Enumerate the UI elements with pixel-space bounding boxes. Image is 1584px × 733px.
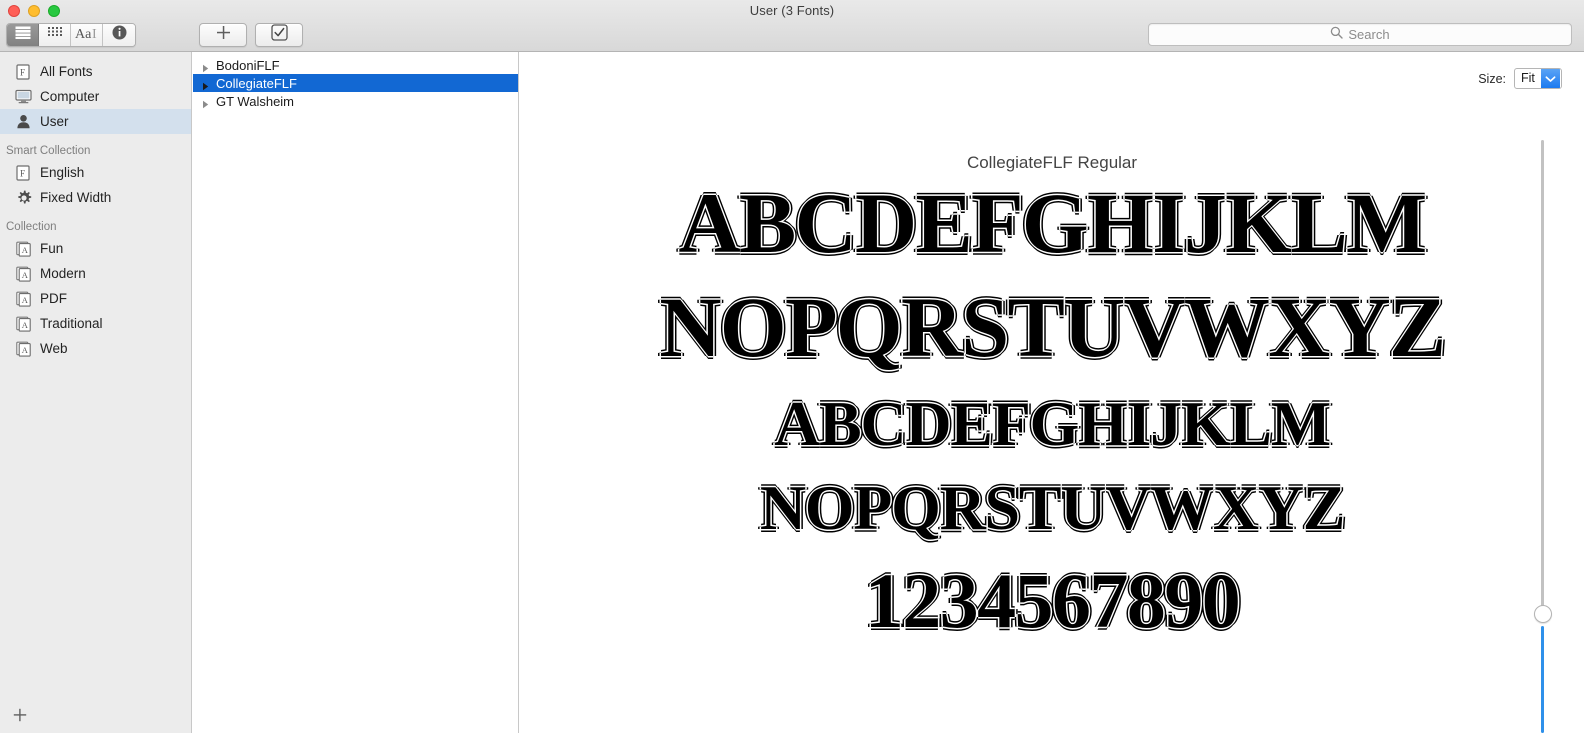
info-icon — [112, 25, 127, 45]
checkbox-icon — [270, 24, 288, 46]
font-list: BodoniFLF CollegiateFLF GT Walsheim — [193, 52, 519, 733]
sidebar-footer — [0, 697, 191, 733]
slider-track-unfilled — [1541, 140, 1544, 612]
font-info-button[interactable] — [103, 24, 135, 46]
add-collection-button[interactable] — [11, 706, 29, 724]
sidebar-section-smart-collection: Smart Collection — [6, 145, 91, 157]
slider-knob[interactable] — [1534, 605, 1552, 623]
sidebar-item-computer[interactable]: Computer — [0, 84, 191, 109]
font-file-icon: F — [15, 164, 32, 181]
validate-font-button[interactable] — [255, 23, 303, 47]
sidebar-item-label: English — [40, 165, 85, 180]
close-window-button[interactable] — [8, 5, 20, 17]
minimize-window-button[interactable] — [28, 5, 40, 17]
collection-icon: A — [15, 315, 32, 332]
size-slider[interactable] — [1534, 140, 1552, 733]
list-view-icon — [15, 26, 31, 44]
traffic-lights — [8, 5, 60, 17]
search-input[interactable]: Search — [1348, 27, 1389, 42]
svg-text:A: A — [21, 245, 28, 255]
font-family-name: BodoniFLF — [216, 57, 280, 73]
sample-text-icon: Aa I — [75, 26, 99, 45]
sidebar-item-modern[interactable]: A Modern — [0, 261, 191, 286]
search-icon — [1330, 26, 1344, 44]
search-field[interactable]: Search — [1148, 23, 1572, 46]
preview-font-title: CollegiateFLF Regular — [966, 153, 1138, 172]
collection-icon: A — [15, 240, 32, 257]
size-label: Size: — [1478, 71, 1506, 86]
sidebar-item-traditional[interactable]: A Traditional — [0, 311, 191, 336]
list-view-button[interactable] — [7, 24, 39, 46]
gear-icon — [15, 189, 32, 206]
font-book-window: User (3 Fonts) Aa I Search F All Fonts C… — [0, 0, 1584, 733]
sample-view-button[interactable]: Aa I — [71, 24, 103, 46]
sidebar-item-label: Modern — [40, 266, 86, 281]
view-mode-segmented-control[interactable]: Aa I — [6, 23, 136, 47]
user-icon — [15, 113, 32, 130]
specimen-line: NOPQRSTUVWXYZ — [759, 472, 1346, 543]
sidebar-item-fixed-width[interactable]: Fixed Width — [0, 185, 191, 210]
sidebar-item-pdf[interactable]: A PDF — [0, 286, 191, 311]
specimen-line: NOPQRSTUVWXYZ — [659, 279, 1446, 375]
svg-text:Aa: Aa — [75, 27, 92, 40]
font-family-name: CollegiateFLF — [216, 75, 297, 91]
svg-text:F: F — [20, 67, 25, 77]
titlebar: User (3 Fonts) Aa I Search — [0, 0, 1584, 52]
sidebar-item-fun[interactable]: A Fun — [0, 236, 191, 261]
disclosure-triangle-icon[interactable] — [201, 79, 210, 90]
sidebar-item-label: All Fonts — [40, 64, 93, 79]
sidebar-item-label: Computer — [40, 89, 100, 104]
svg-text:A: A — [21, 270, 28, 280]
sidebar-item-label: Web — [40, 341, 68, 356]
sidebar-item-label: Traditional — [40, 316, 103, 331]
sidebar-item-all-fonts[interactable]: F All Fonts — [0, 59, 191, 84]
grid-view-icon — [47, 26, 62, 44]
specimen-line: 1234567890 — [864, 557, 1241, 644]
collection-icon: A — [15, 290, 32, 307]
sidebar-item-label: User — [40, 114, 69, 129]
svg-text:I: I — [92, 27, 97, 40]
grid-view-button[interactable] — [39, 24, 71, 46]
sidebar-section-collection: Collection — [6, 221, 57, 233]
sidebar-item-label: Fixed Width — [40, 190, 112, 205]
disclosure-triangle-icon[interactable] — [201, 61, 210, 72]
sidebar-item-english[interactable]: F English — [0, 160, 191, 185]
computer-icon — [15, 88, 32, 105]
font-preview-pane: Size: Fit CollegiateFLF Regular ABCDEFGH… — [520, 52, 1584, 733]
sidebar-item-label: PDF — [40, 291, 67, 306]
add-font-button[interactable] — [199, 23, 247, 47]
font-family-name: GT Walsheim — [216, 93, 295, 109]
window-title: User (3 Fonts) — [749, 3, 835, 18]
disclosure-triangle-icon[interactable] — [201, 97, 210, 108]
font-file-icon: F — [15, 63, 32, 80]
collection-icon: A — [15, 340, 32, 357]
table-row[interactable]: BodoniFLF — [193, 56, 518, 74]
font-specimen: ABCDEFGHIJKLM NOPQRSTUVWXYZ ABCDEFGHIJKL… — [520, 180, 1584, 640]
maximize-window-button[interactable] — [48, 5, 60, 17]
collection-icon: A — [15, 265, 32, 282]
table-row[interactable]: GT Walsheim — [193, 92, 518, 110]
table-row[interactable]: CollegiateFLF — [193, 74, 518, 92]
sidebar: F All Fonts Computer User Smart Collecti… — [0, 52, 192, 733]
plus-icon — [216, 25, 231, 45]
sidebar-item-web[interactable]: A Web — [0, 336, 191, 361]
sidebar-item-user[interactable]: User — [0, 109, 191, 134]
chevron-down-icon — [1540, 69, 1560, 88]
sidebar-list: F All Fonts Computer User Smart Collecti… — [0, 52, 191, 361]
svg-text:A: A — [21, 320, 28, 330]
svg-text:A: A — [21, 345, 28, 355]
size-popup-value: Fit — [1521, 71, 1535, 85]
specimen-line: ABCDEFGHIJKLM — [774, 388, 1331, 459]
size-control: Size: Fit — [1478, 68, 1562, 89]
size-popup-button[interactable]: Fit — [1514, 68, 1562, 89]
svg-text:A: A — [21, 295, 28, 305]
specimen-line: ABCDEFGHIJKLM — [678, 175, 1428, 271]
slider-track-filled — [1541, 626, 1544, 733]
svg-text:F: F — [20, 168, 25, 178]
plus-icon — [13, 708, 27, 722]
sidebar-item-label: Fun — [40, 241, 64, 256]
